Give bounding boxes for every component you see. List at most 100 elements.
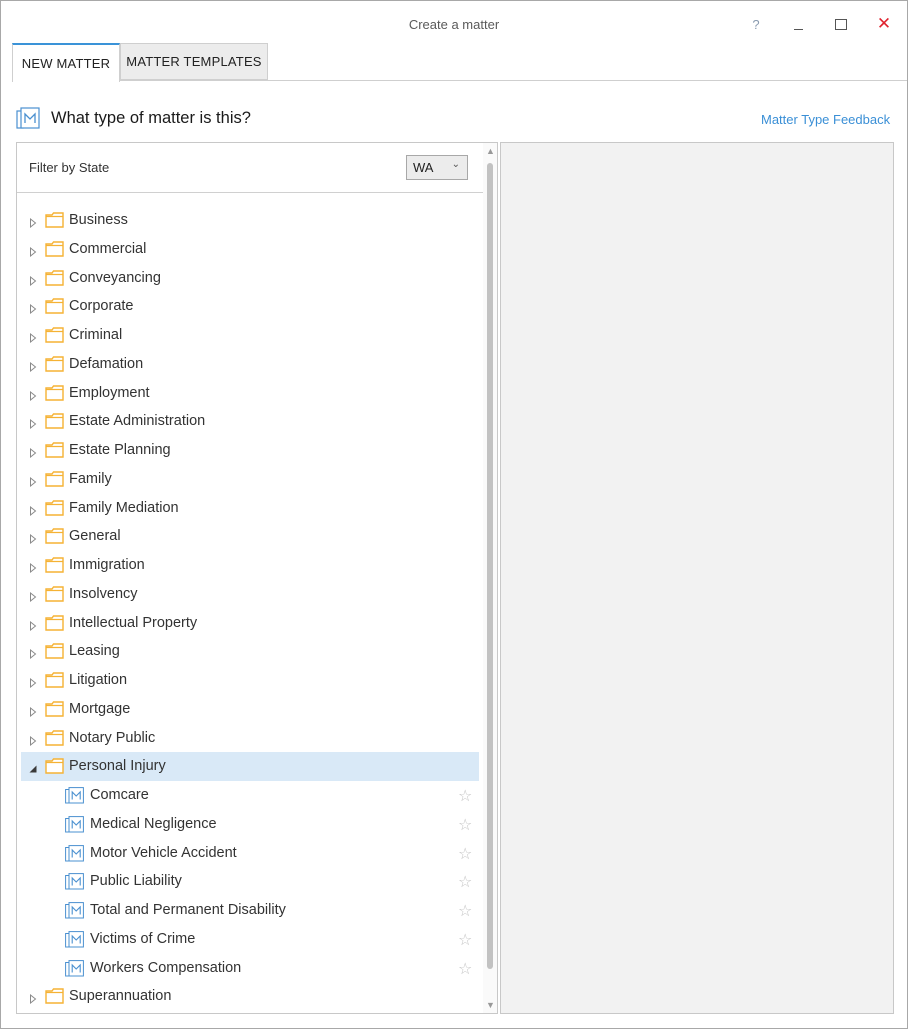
matter-type-feedback-link[interactable]: Matter Type Feedback (761, 112, 890, 127)
expand-arrow-icon[interactable] (28, 215, 38, 229)
scroll-up-icon[interactable]: ▲ (486, 146, 495, 156)
tree-category[interactable]: Litigation (21, 666, 479, 695)
tree-category-label: Notary Public (69, 729, 156, 746)
expand-arrow-icon[interactable] (28, 704, 38, 717)
expand-arrow-icon[interactable] (28, 244, 38, 257)
expand-arrow-icon[interactable] (28, 416, 38, 430)
tree-category[interactable]: General (21, 522, 479, 551)
tree-category[interactable]: Notary Public (21, 724, 479, 753)
tree-category-label: Business (69, 212, 128, 228)
expand-arrow-icon[interactable] (28, 991, 38, 1005)
tree-scrollbar[interactable]: ▲ ▼ (483, 143, 497, 1013)
tree-category[interactable]: Insolvency (21, 580, 479, 609)
expand-arrow-icon[interactable] (28, 560, 38, 574)
star-icon[interactable]: ☆ (458, 844, 472, 864)
tree-category[interactable]: Defamation (21, 350, 479, 379)
expand-arrow-icon[interactable] (28, 445, 38, 459)
expand-arrow-icon[interactable] (28, 330, 38, 344)
scroll-thumb[interactable] (487, 163, 493, 969)
tree-category[interactable]: Immigration (21, 551, 479, 580)
tree-category[interactable]: Family Mediation (21, 494, 479, 523)
tree-category[interactable]: Estate Planning (21, 436, 479, 465)
tree-category-label: Family Mediation (69, 499, 179, 516)
expand-arrow-icon[interactable] (28, 618, 38, 631)
folder-icon (45, 557, 64, 573)
tree-category-label: Corporate (69, 298, 134, 315)
expand-arrow-icon[interactable] (28, 474, 38, 487)
close-icon: ✕ (876, 14, 892, 33)
tree-category[interactable]: Business (21, 206, 479, 235)
tree-category[interactable]: Intellectual Property (21, 609, 479, 638)
tree-matter-type[interactable]: Motor Vehicle Accident ☆ (21, 839, 479, 868)
expand-arrow-icon[interactable] (28, 531, 38, 545)
filter-label: Filter by State (29, 160, 110, 175)
tree-matter-type-label: Motor Vehicle Accident (90, 844, 237, 861)
tree-category[interactable]: Corporate (21, 292, 479, 321)
tree-category-label: Litigation (69, 672, 128, 688)
tree-category-label: Superannuation (69, 988, 172, 1005)
folder-icon (45, 298, 64, 314)
tree-category-label: Estate Administration (69, 413, 206, 430)
minimize-button[interactable] (785, 11, 811, 37)
expand-arrow-icon[interactable] (28, 675, 38, 689)
tree-matter-type[interactable]: Total and Permanent Disability ☆ (21, 896, 479, 925)
expand-arrow-icon[interactable] (28, 388, 38, 401)
tab-matter-templates[interactable]: MATTER TEMPLATES (120, 43, 268, 80)
tree-category-label: Commercial (69, 240, 147, 257)
matter-type-icon (65, 844, 84, 862)
folder-icon (45, 356, 64, 372)
expand-arrow-icon[interactable] (28, 646, 38, 660)
state-select[interactable]: WA ⌄ (406, 155, 468, 180)
close-button[interactable]: ✕ (871, 11, 897, 37)
tree-matter-type-label: Total and Permanent Disability (90, 902, 286, 918)
tree-category[interactable]: Employment (21, 379, 479, 408)
star-icon[interactable]: ☆ (458, 959, 472, 979)
tree-category[interactable]: Superannuation (21, 982, 479, 1011)
tree-matter-type-label: Workers Compensation (90, 959, 242, 976)
tree-category[interactable]: Commercial (21, 235, 479, 264)
folder-icon (45, 471, 64, 487)
tree-category-label: Defamation (69, 355, 144, 372)
tab-new-matter[interactable]: NEW MATTER (12, 43, 120, 82)
scroll-down-icon[interactable]: ▼ (486, 1000, 495, 1010)
expand-arrow-icon[interactable] (28, 359, 38, 372)
tree-category[interactable]: Estate Administration (21, 407, 479, 436)
tree-category-label: Leasing (69, 643, 120, 660)
star-icon[interactable]: ☆ (458, 872, 472, 892)
expand-arrow-icon[interactable] (28, 503, 38, 516)
help-button[interactable]: ? (743, 11, 769, 37)
matter-type-icon (65, 815, 84, 833)
chevron-down-icon: ⌄ (451, 159, 460, 170)
tree-category[interactable]: Criminal (21, 321, 479, 350)
folder-icon (45, 241, 64, 257)
collapse-arrow-icon[interactable] (28, 761, 38, 773)
star-icon[interactable]: ☆ (458, 901, 472, 921)
star-icon[interactable]: ☆ (458, 930, 472, 950)
tree-matter-type-label: Public Liability (90, 873, 182, 890)
star-icon[interactable]: ☆ (458, 815, 472, 835)
tree-category[interactable]: Mortgage (21, 695, 479, 724)
expand-arrow-icon[interactable] (28, 273, 38, 286)
folder-icon (45, 643, 64, 659)
expand-arrow-icon[interactable] (28, 733, 38, 746)
expand-arrow-icon[interactable] (28, 589, 38, 602)
folder-icon (45, 672, 64, 688)
tree-category[interactable]: Conveyancing (21, 264, 479, 293)
tree-category[interactable]: Personal Injury (21, 752, 479, 781)
star-icon[interactable]: ☆ (458, 786, 472, 806)
tree-category[interactable]: Leasing (21, 637, 479, 666)
expand-arrow-icon[interactable] (28, 301, 38, 315)
maximize-button[interactable] (828, 11, 854, 37)
matter-type-icon (65, 959, 84, 977)
folder-icon (45, 413, 64, 429)
state-select-value: WA (413, 160, 434, 175)
tree-matter-type[interactable]: Comcare ☆ (21, 781, 479, 810)
folder-icon (45, 442, 64, 458)
tree-category[interactable]: Family (21, 465, 479, 494)
tree-matter-type[interactable]: Victims of Crime ☆ (21, 925, 479, 954)
tree-matter-type[interactable]: Workers Compensation ☆ (21, 954, 479, 983)
tree-matter-type[interactable]: Public Liability ☆ (21, 867, 479, 896)
folder-icon (45, 212, 64, 228)
folder-icon (45, 499, 64, 516)
tree-matter-type[interactable]: Medical Negligence ☆ (21, 810, 479, 839)
